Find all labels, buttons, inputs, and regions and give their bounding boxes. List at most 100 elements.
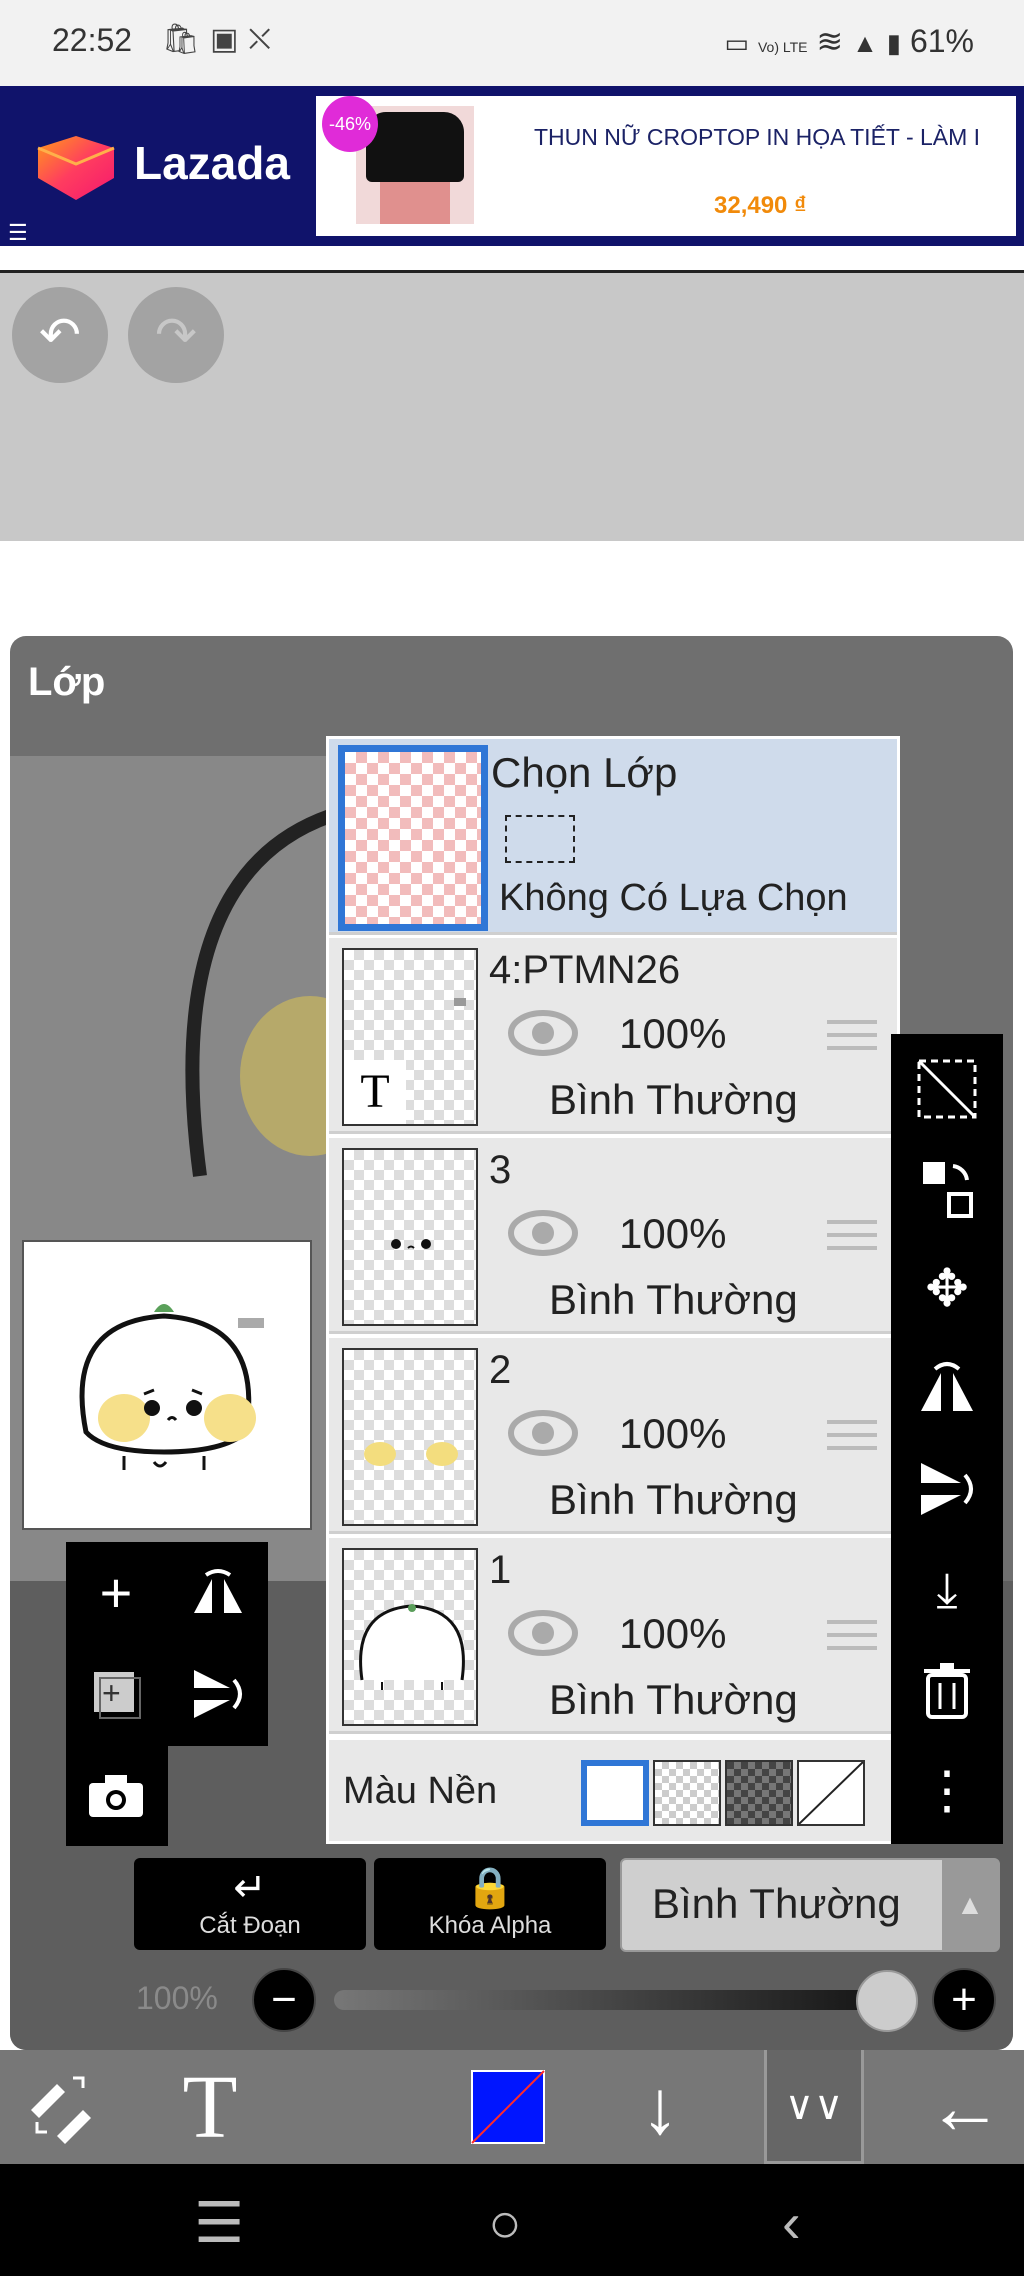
layer-tools-toolbar: ✥ ⤓ ⋮: [891, 1034, 1003, 1844]
copy-layer-icon: +: [94, 1672, 141, 1719]
plus-icon: +: [951, 1975, 977, 2024]
layer-row[interactable]: 3 100% Bình Thường: [329, 1138, 897, 1334]
status-bar: 22:52 🛍▣⛌ ▭ Vo) LTE ≋ ▲ ▮ 61%: [0, 0, 1024, 86]
flip-layer-vertical-button[interactable]: [168, 1644, 268, 1744]
battery-percent: 61%: [909, 23, 974, 59]
alpha-lock-label: Khóa Alpha: [428, 1912, 552, 1939]
redo-icon: ↷: [155, 307, 197, 363]
opacity-increase-button[interactable]: +: [932, 1968, 996, 2032]
clock: 22:52: [52, 22, 133, 58]
transform-button[interactable]: [891, 1144, 1003, 1234]
opacity-value: 100%: [136, 1980, 218, 2016]
signal-icon: ▲: [852, 28, 878, 58]
nav-back-icon[interactable]: ‹: [782, 2190, 801, 2255]
bg-none-swatch[interactable]: [797, 1760, 865, 1826]
ad-price: 32,490 ₫: [714, 192, 807, 219]
ad-brand: Lazada: [134, 137, 290, 189]
selection-layer-row[interactable]: Chọn Lớp Không Có Lựa Chọn: [329, 739, 897, 935]
layer-thumbnail: [342, 1348, 478, 1526]
more-vertical-icon: ⋮: [921, 1762, 973, 1820]
layer-name: 3: [489, 1148, 512, 1192]
text-tool-icon: T: [182, 2057, 238, 2157]
delete-layer-button[interactable]: [891, 1646, 1003, 1736]
ad-banner[interactable]: Lazada ☰ -46% THUN NỮ CROPTOP IN HỌA TIẾ…: [0, 86, 1024, 246]
layer-name: 4:PTMN26: [489, 948, 681, 992]
lte-label: Vo) LTE: [757, 39, 808, 55]
layer-name: 1: [489, 1548, 512, 1592]
selection-thumbnail: [338, 745, 488, 931]
background-row: Màu Nền: [329, 1740, 897, 1841]
eye-icon[interactable]: [507, 1208, 579, 1258]
clipping-button[interactable]: ↵ Cắt Đoạn: [134, 1858, 366, 1950]
eye-icon[interactable]: [507, 1008, 579, 1058]
drag-handle-icon[interactable]: [827, 1020, 877, 1060]
flip-layer-horizontal-button[interactable]: [168, 1542, 268, 1642]
chevron-up-icon[interactable]: ▲: [942, 1860, 998, 1950]
bg-white-swatch[interactable]: [581, 1760, 649, 1826]
text-tool-button[interactable]: T: [160, 2050, 260, 2164]
add-layer-button[interactable]: +: [66, 1542, 166, 1642]
canvas-area[interactable]: ↶ ↷: [0, 273, 1024, 541]
home-icon[interactable]: ○: [488, 2190, 522, 2255]
battery-icon: ▮: [886, 28, 902, 58]
ad-product-card[interactable]: -46% THUN NỮ CROPTOP IN HỌA TIẾT - LÀM I…: [316, 96, 1016, 236]
flip-vertical-icon: [194, 1670, 242, 1718]
plus-icon: +: [99, 1560, 133, 1624]
layer-row[interactable]: 2 100% Bình Thường: [329, 1338, 897, 1534]
collapse-panel-button[interactable]: ∨∨: [764, 2050, 864, 2164]
duplicate-layer-button[interactable]: +: [66, 1644, 166, 1744]
opacity-slider-handle[interactable]: [856, 1970, 918, 2032]
move-button[interactable]: ✥: [891, 1244, 1003, 1334]
eye-icon[interactable]: [507, 1408, 579, 1458]
redo-button[interactable]: ↷: [128, 287, 224, 383]
merge-down-icon: ⤓: [936, 1564, 958, 1617]
brush-eraser-toggle[interactable]: [10, 2050, 110, 2164]
camera-icon: [89, 1775, 143, 1817]
alpha-lock-button[interactable]: 🔒 Khóa Alpha: [374, 1858, 606, 1950]
back-button[interactable]: ←: [920, 2050, 1010, 2164]
opacity-slider-row: 100% − +: [0, 1960, 1024, 2040]
color-picker-button[interactable]: [470, 2050, 546, 2164]
layer-name: 2: [489, 1348, 512, 1392]
layer-row[interactable]: T 4:PTMN26 100% Bình Thường: [329, 938, 897, 1134]
opacity-slider-track[interactable]: [334, 1990, 904, 2010]
ad-menu-icon[interactable]: ☰: [8, 220, 28, 246]
panel-title: Lớp: [28, 660, 106, 704]
recent-apps-icon[interactable]: ☰: [194, 2190, 244, 2256]
camera-toolbar: [66, 1746, 168, 1846]
layer-thumbnail: [342, 1548, 478, 1726]
flip-vertical-icon: [921, 1463, 973, 1515]
shopping-bag-icon: 🛍: [162, 23, 211, 56]
eye-icon[interactable]: [507, 1608, 579, 1658]
brush-eraser-icon: [31, 2076, 91, 2144]
trash-icon: [924, 1663, 970, 1719]
text-layer-icon: T: [344, 1060, 406, 1124]
flip-horizontal-button[interactable]: [891, 1344, 1003, 1434]
selection-clear-icon: [917, 1059, 977, 1119]
bg-dark-swatch[interactable]: [725, 1760, 793, 1826]
layer-blend-mode: Bình Thường: [549, 1076, 798, 1123]
flip-vertical-button[interactable]: [891, 1444, 1003, 1534]
flip-horizontal-icon: [921, 1362, 973, 1411]
merge-down-button[interactable]: ⤓: [891, 1546, 1003, 1636]
drag-handle-icon[interactable]: [827, 1220, 877, 1260]
import-button[interactable]: ↓: [620, 2050, 700, 2164]
layer-blend-mode: Bình Thường: [549, 1676, 798, 1723]
vibrate-icon: ▭: [724, 28, 750, 58]
canvas-preview: [22, 1240, 312, 1530]
bg-transparent-swatch[interactable]: [653, 1760, 721, 1826]
camera-button[interactable]: [66, 1746, 166, 1846]
lock-icon: 🔒: [465, 1866, 515, 1910]
blend-mode-select[interactable]: Bình Thường ▲: [620, 1858, 1000, 1952]
more-options-button[interactable]: ⋮: [891, 1746, 1003, 1836]
undo-button[interactable]: ↶: [12, 287, 108, 383]
drag-handle-icon[interactable]: [827, 1420, 877, 1460]
opacity-decrease-button[interactable]: −: [252, 1968, 316, 2032]
instagram-icon: ▣: [210, 23, 249, 56]
drag-handle-icon[interactable]: [827, 1620, 877, 1660]
layer-row[interactable]: 1 100% Bình Thường: [329, 1538, 897, 1734]
layer-list[interactable]: Chọn Lớp Không Có Lựa Chọn T 4:PTMN26 10…: [326, 736, 900, 1844]
move-icon: ✥: [925, 1260, 969, 1318]
select-all-button[interactable]: [891, 1044, 1003, 1134]
layer-opacity: 100%: [619, 1010, 727, 1057]
